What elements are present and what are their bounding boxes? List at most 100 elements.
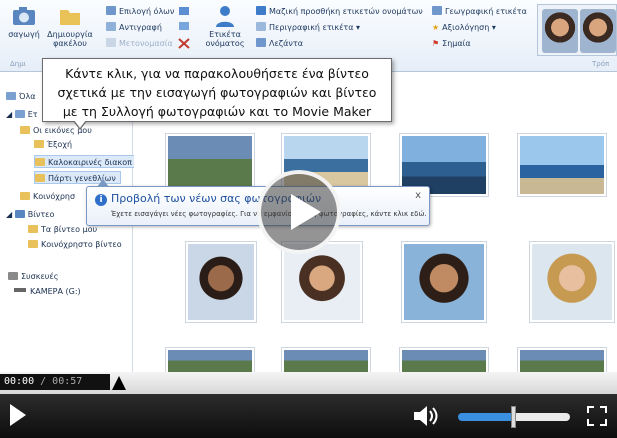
- folder-icon: [35, 174, 45, 182]
- nav-label: Συσκευές: [21, 272, 59, 281]
- folder-icon: [28, 225, 38, 233]
- star-icon: ★: [432, 23, 440, 32]
- select-all-label: Επιλογή όλων: [119, 7, 175, 16]
- camera-icon: [13, 7, 35, 25]
- edit-tools-icons: [178, 7, 190, 49]
- video-library-icon: [14, 210, 25, 218]
- batch-tag-icon: [256, 6, 266, 15]
- folder-icon: [28, 240, 38, 248]
- rename-icon: [106, 38, 116, 47]
- descriptive-tag-label: Περιγραφική ετικέτα: [269, 23, 354, 32]
- photo-thumbnail[interactable]: [402, 242, 486, 322]
- face-thumbnails[interactable]: [537, 4, 617, 56]
- flag-label: Σημαία: [442, 39, 471, 48]
- batch-people-tag-button[interactable]: Μαζική προσθήκη ετικετών ονομάτων: [256, 6, 423, 18]
- expand-icon: ◢: [6, 210, 15, 219]
- people-tag-label: Ετικέτα ονόματος: [205, 30, 245, 48]
- time-separator: /: [34, 376, 53, 387]
- tag-icon: [256, 22, 266, 31]
- nav-label: Καλοκαιρινές διακοπ: [48, 158, 132, 167]
- photo-thumbnail[interactable]: [530, 242, 614, 322]
- import-label: σαγωγή: [8, 30, 40, 39]
- duration: 00:57: [52, 376, 83, 387]
- people-tag-button[interactable]: Ετικέτα ονόματος: [200, 4, 250, 48]
- fullscreen-icon: [587, 406, 607, 426]
- flag-icon: ⚑: [432, 39, 440, 48]
- nav-label: Όλα: [19, 92, 36, 101]
- folder-icon: [20, 126, 30, 134]
- face-thumbnail[interactable]: [580, 9, 616, 53]
- copy-icon: [106, 22, 116, 31]
- seek-handle[interactable]: [112, 376, 126, 390]
- nav-item-devices[interactable]: Συσκευές: [8, 270, 58, 283]
- nav-item-public-pictures[interactable]: Κοινόχρησ: [20, 190, 75, 203]
- group-label-create: Δημι: [10, 60, 27, 68]
- video-player[interactable]: σαγωγή Δημιουργία φακέλου Επιλογή όλων Α…: [0, 0, 617, 438]
- tooltip-text: Κάντε κλικ, για να παρακολουθήσετε ένα β…: [57, 66, 377, 119]
- video-tooltip: Κάντε κλικ, για να παρακολουθήσετε ένα β…: [42, 58, 392, 130]
- photo-thumbnail[interactable]: [518, 134, 606, 196]
- nav-item-outdoors[interactable]: Έξοχή: [34, 138, 72, 151]
- nav-item-public-videos[interactable]: Κοινόχρηστο βίντεο: [28, 238, 122, 251]
- import-button[interactable]: σαγωγή: [0, 4, 48, 39]
- expand-icon: ◢: [6, 110, 15, 119]
- library-icon: [6, 92, 16, 100]
- flag-button[interactable]: ⚑ Σημαία: [432, 38, 471, 50]
- close-icon[interactable]: x: [415, 190, 421, 201]
- info-icon: i: [95, 194, 107, 206]
- nav-label: Έξοχή: [47, 140, 73, 149]
- copy-button[interactable]: Αντιγραφή: [106, 22, 162, 34]
- devices-icon: [8, 272, 18, 280]
- play-overlay-button[interactable]: [257, 170, 341, 254]
- speaker-icon: [414, 406, 438, 426]
- current-time: 00:00: [4, 376, 35, 387]
- select-icon: [106, 6, 116, 15]
- caption-button[interactable]: Λεζάντα: [256, 38, 303, 50]
- geotag-button[interactable]: Γεωγραφική ετικέτα: [432, 6, 527, 18]
- nav-label: ΚΑΜΕΡΑ (G:): [30, 287, 81, 296]
- descriptive-tag-button[interactable]: Περιγραφική ετικέτα ▾: [256, 22, 360, 34]
- rename-button[interactable]: Μετονομασία: [106, 38, 173, 50]
- face-thumbnail[interactable]: [542, 9, 578, 53]
- new-folder-button[interactable]: Δημιουργία φακέλου: [46, 4, 94, 48]
- nav-item-parent[interactable]: ◢ Ετ: [6, 108, 38, 121]
- library-icon: [14, 110, 25, 118]
- batch-tag-label: Μαζική προσθήκη ετικετών ονομάτων: [269, 7, 423, 16]
- volume-handle[interactable]: [511, 406, 516, 428]
- photo-thumbnail[interactable]: [282, 242, 362, 322]
- nav-label: Ετ: [27, 110, 38, 119]
- folder-icon: [34, 140, 44, 148]
- copy-label: Αντιγραφή: [119, 23, 162, 32]
- tooltip-tail: [73, 120, 87, 130]
- group-label-view: Τρόπ: [592, 60, 610, 68]
- nav-item-videos[interactable]: ◢ Βίντεο: [6, 208, 54, 221]
- play-button[interactable]: [10, 404, 26, 426]
- chevron-down-icon: ▾: [353, 23, 361, 32]
- nav-item-all[interactable]: Όλα: [6, 90, 36, 103]
- person-icon: [216, 6, 234, 27]
- photo-thumbnail[interactable]: [186, 242, 256, 322]
- globe-icon: [432, 6, 442, 15]
- nav-label: Κοινόχρησ: [33, 192, 76, 201]
- play-icon: [291, 194, 321, 230]
- speaker-icon[interactable]: [412, 404, 442, 428]
- drive-icon: [14, 288, 26, 292]
- rating-label: Αξιολόγηση: [442, 23, 490, 32]
- select-all-button[interactable]: Επιλογή όλων: [106, 6, 174, 18]
- rename-label: Μετονομασία: [119, 39, 173, 48]
- caption-icon: [256, 38, 266, 47]
- geotag-label: Γεωγραφική ετικέτα: [445, 7, 527, 16]
- nav-label: Βίντεο: [27, 210, 55, 219]
- nav-item-camera[interactable]: ΚΑΜΕΡΑ (G:): [14, 285, 81, 298]
- nav-item-holidays[interactable]: Καλοκαιρινές διακοπ: [34, 155, 137, 168]
- nav-label: Τα βίντεο μου: [41, 225, 98, 234]
- new-folder-label: Δημιουργία φακέλου: [47, 30, 93, 48]
- time-display: 00:00 / 00:57: [0, 374, 110, 390]
- chevron-down-icon: ▾: [489, 23, 496, 32]
- notification-pointer: [97, 179, 109, 187]
- folder-icon: [60, 10, 80, 25]
- caption-label: Λεζάντα: [269, 39, 303, 48]
- rating-button[interactable]: ★ Αξιολόγηση ▾: [432, 22, 496, 34]
- nav-label: Κοινόχρηστο βίντεο: [41, 240, 122, 249]
- fullscreen-icon[interactable]: [586, 405, 608, 427]
